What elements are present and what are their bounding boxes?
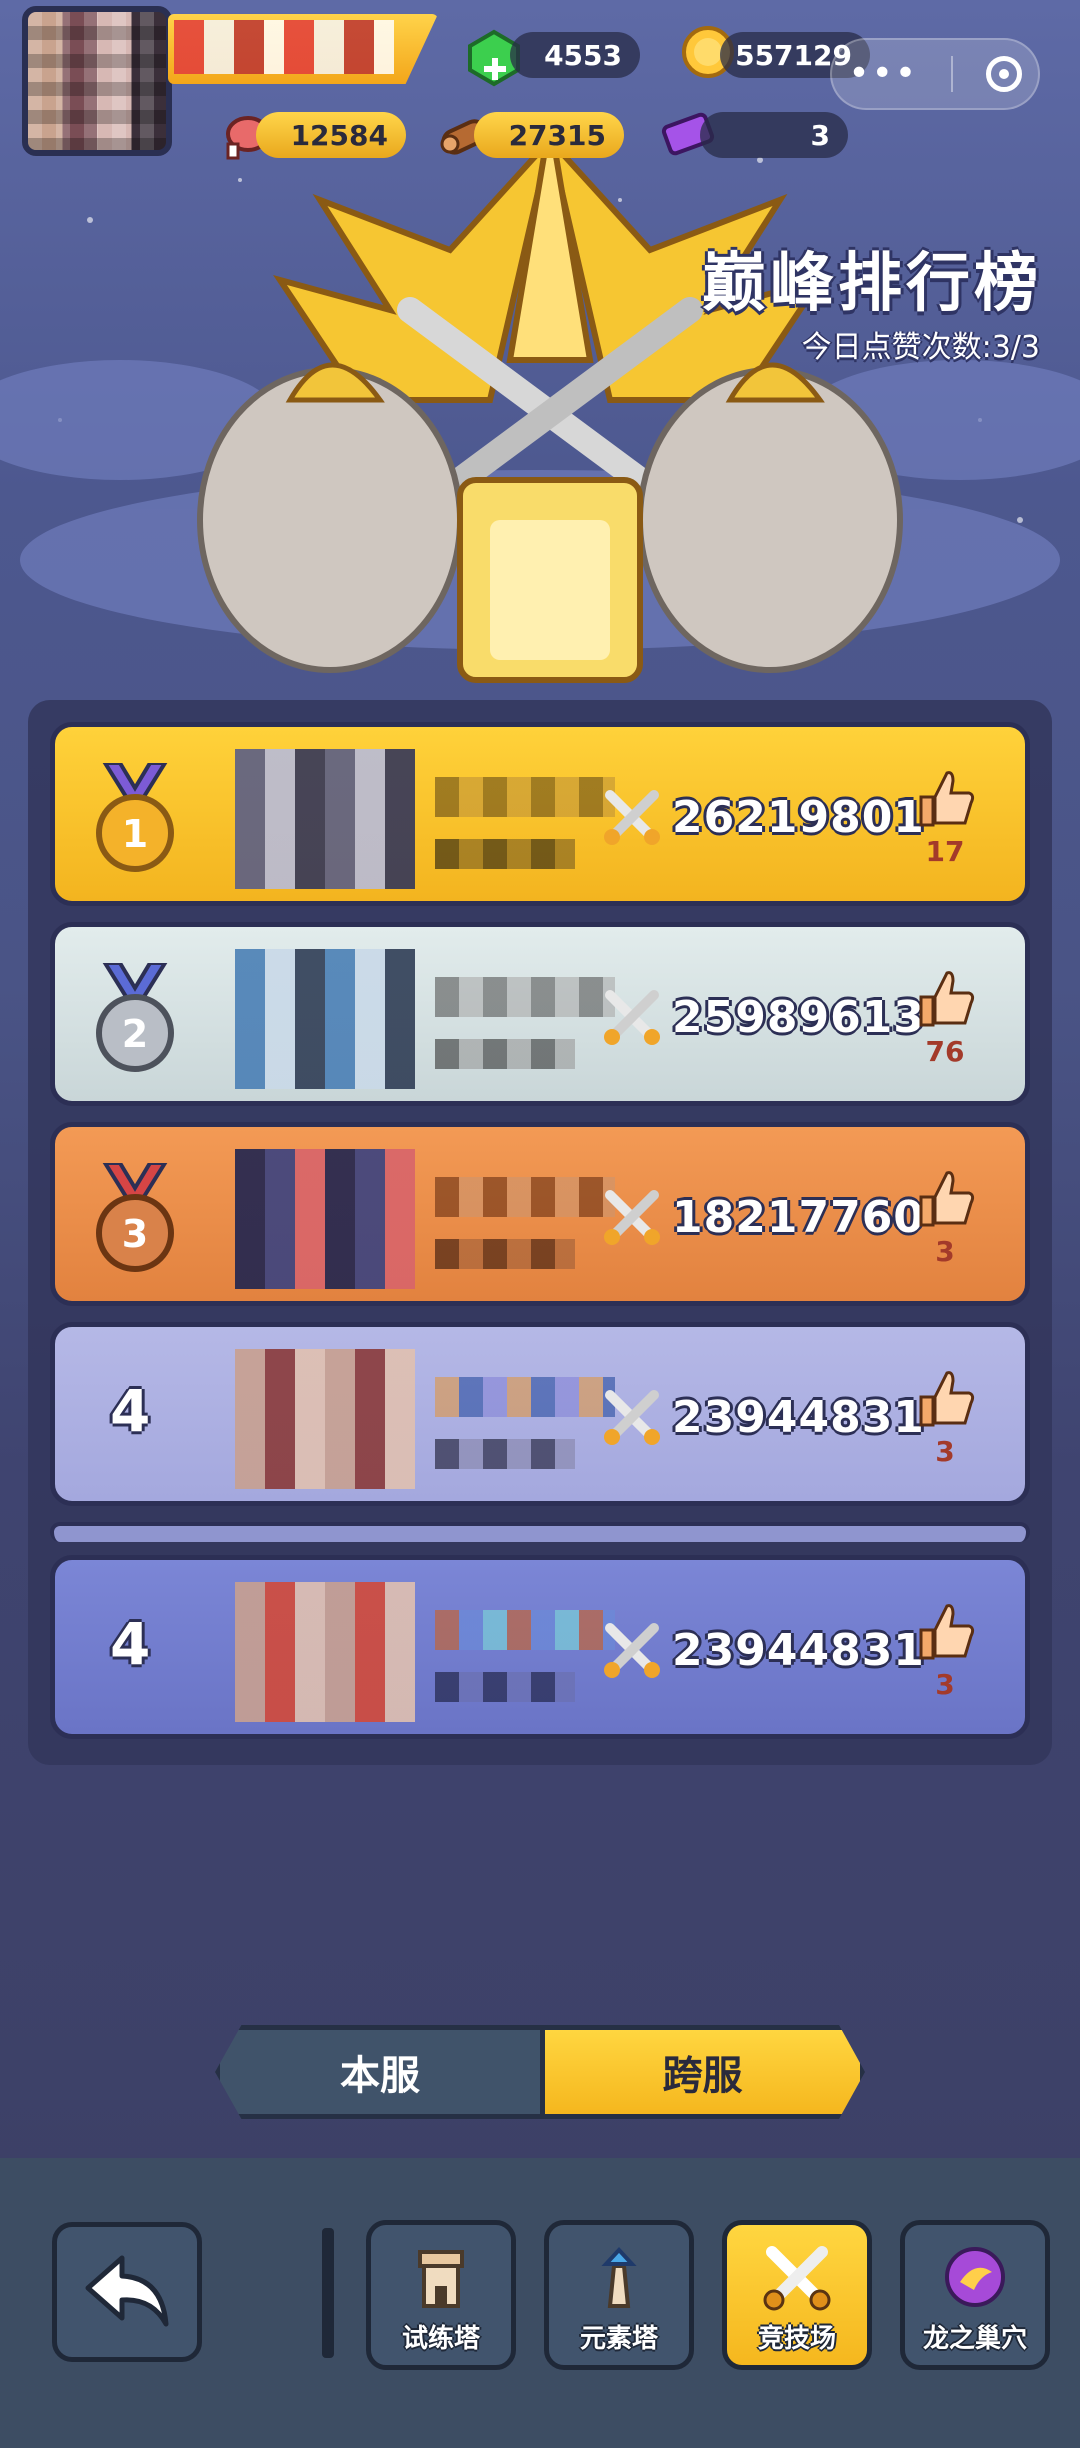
thumbs-up-icon[interactable]: [913, 767, 977, 831]
nav-trial-tower[interactable]: 试练塔: [366, 2220, 516, 2370]
bronze-medal-icon: 3: [96, 1163, 174, 1272]
player-avatar[interactable]: [235, 949, 415, 1089]
thumbs-up-icon[interactable]: [913, 1367, 977, 1431]
leaderboard-row-3[interactable]: 3 18217760 3: [50, 1122, 1030, 1306]
wood-counter: 27315: [474, 112, 624, 158]
crossed-swords-icon: [604, 990, 660, 1045]
more-dots-icon[interactable]: •••: [848, 56, 918, 92]
crossed-swords-icon: [604, 790, 660, 845]
thumbs-up-icon[interactable]: [913, 967, 977, 1031]
like-count: 17: [925, 835, 965, 868]
combat-power: 26219801: [600, 785, 925, 849]
power-value: 23944831: [672, 1391, 925, 1443]
nav-element-tower[interactable]: 元素塔: [544, 2220, 694, 2370]
player-avatar[interactable]: [235, 749, 415, 889]
leaderboard-row-self[interactable]: 4 23944831 3: [50, 1555, 1030, 1739]
svg-text:1: 1: [122, 812, 148, 856]
rank-number: 4: [110, 1610, 151, 1678]
crossed-swords-icon: [604, 1190, 660, 1245]
element-tower-icon: [601, 2247, 637, 2308]
player-name-censored: [435, 1177, 615, 1217]
tickets-value: 3: [810, 118, 830, 152]
nav-label: 竞技场: [757, 2324, 836, 2354]
meat-value: 12584: [290, 118, 388, 152]
nav-divider: [322, 2228, 334, 2358]
thumbs-up-icon[interactable]: [913, 1600, 977, 1664]
power-value: 25989613: [672, 991, 925, 1043]
top-hud: 4553 557129 12584 27315 3 •••: [0, 0, 1080, 170]
wood-value: 27315: [508, 118, 606, 152]
nav-label: 试练塔: [401, 2324, 480, 2354]
player-name-censored: [435, 1377, 615, 1417]
leaderboard-row-2[interactable]: 2 25989613 76: [50, 922, 1030, 1106]
player-guild-censored: [435, 1239, 575, 1269]
local-server-tab[interactable]: 本服: [215, 2025, 545, 2119]
rank-number: 4: [110, 1377, 151, 1445]
like-count: 76: [925, 1035, 965, 1068]
miniprogram-capsule: •••: [830, 38, 1040, 110]
player-name-plate: [168, 14, 438, 84]
leaderboard-row-4[interactable]: 4 23944831 3: [50, 1322, 1030, 1506]
like-count: 3: [935, 1435, 955, 1468]
gems-value: 4553: [544, 38, 622, 72]
cross-server-tab[interactable]: 跨服: [540, 2025, 865, 2119]
power-value: 18217760: [672, 1191, 925, 1243]
player-avatar[interactable]: [22, 6, 172, 156]
back-arrow-icon: [85, 2255, 169, 2327]
player-name-censored: [435, 777, 615, 817]
like-count: 3: [935, 1235, 955, 1268]
dragon-orb-icon: [945, 2247, 1005, 2307]
svg-text:2: 2: [122, 1012, 148, 1056]
crossed-swords-icon: [604, 1390, 660, 1445]
player-avatar[interactable]: [235, 1149, 415, 1289]
power-value: 26219801: [672, 791, 925, 843]
back-button[interactable]: [52, 2222, 202, 2362]
player-avatar[interactable]: [235, 1349, 415, 1489]
player-guild-censored: [435, 1439, 575, 1469]
gems-counter: 4553: [510, 32, 640, 78]
combat-power: 18217760: [600, 1185, 925, 1249]
gold-medal-icon: 1: [96, 763, 174, 872]
silver-medal-icon: 2: [96, 963, 174, 1072]
trial-tower-icon: [418, 2250, 464, 2308]
leaderboard-row-1[interactable]: 1 26219801 17: [50, 722, 1030, 906]
player-name-censored: [435, 977, 615, 1017]
combat-power: 23944831: [600, 1385, 925, 1449]
server-toggle: 本服 跨服: [215, 2025, 865, 2119]
likes-today-counter: 今日点赞次数:3/3: [801, 330, 1040, 365]
player-guild-censored: [435, 839, 575, 869]
arena-monument-illustration: [197, 119, 903, 683]
crossed-swords-icon: [604, 1623, 660, 1678]
page-title: 巅峰排行榜: [702, 247, 1042, 321]
player-guild-censored: [435, 1672, 575, 1702]
like-count: 3: [935, 1668, 955, 1701]
close-target-icon[interactable]: [985, 56, 1022, 92]
thumbs-up-icon[interactable]: [913, 1167, 977, 1231]
player-avatar[interactable]: [235, 1582, 415, 1722]
player-guild-censored: [435, 1039, 575, 1069]
combat-power: 23944831: [600, 1618, 925, 1682]
nav-arena[interactable]: 竞技场: [722, 2220, 872, 2370]
power-value: 23944831: [672, 1624, 925, 1676]
svg-text:3: 3: [122, 1212, 148, 1256]
combat-power: 25989613: [600, 985, 925, 1049]
meat-counter: 12584: [256, 112, 406, 158]
tickets-counter: 3: [700, 112, 848, 158]
nav-label: 龙之巢穴: [922, 2324, 1027, 2354]
list-divider: [50, 1522, 1030, 1542]
nav-label: 元素塔: [579, 2324, 658, 2354]
nav-dragon-lair[interactable]: 龙之巢穴: [900, 2220, 1050, 2370]
crossed-swords-icon: [763, 2246, 831, 2311]
player-name-censored: [435, 1610, 615, 1650]
